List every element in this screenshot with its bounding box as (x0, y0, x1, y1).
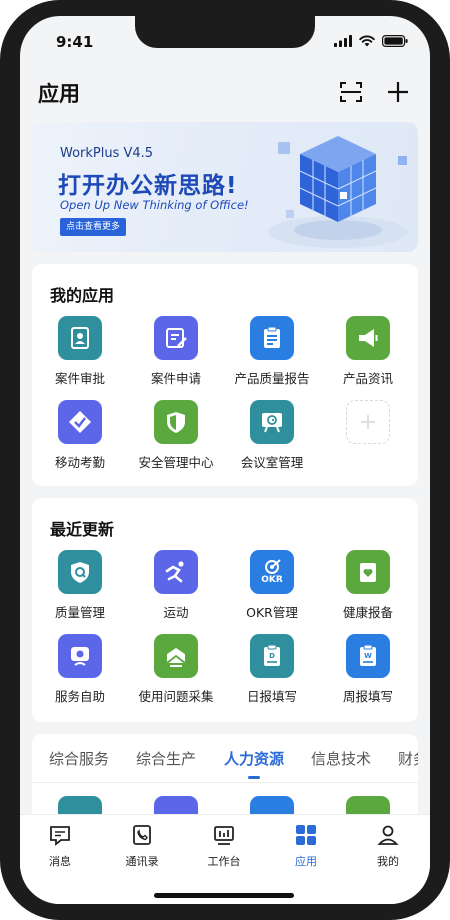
app-okr[interactable]: OKR OKR管理 (224, 550, 320, 630)
nav-label: 应用 (295, 855, 317, 868)
app-label: 周报填写 (342, 689, 393, 704)
add-app-icon (346, 400, 390, 444)
headset-icon (58, 634, 102, 678)
edit-form-icon (154, 316, 198, 360)
add-app-slot[interactable] (320, 400, 416, 480)
nav-workbench[interactable]: 工作台 (189, 821, 259, 871)
feedback-collect-icon (154, 634, 198, 678)
okr-target-icon: OKR (250, 550, 294, 594)
app-quality-management[interactable]: 质量管理 (32, 550, 128, 630)
nav-label: 消息 (49, 855, 71, 868)
app-case-apply[interactable]: 案件申请 (128, 316, 224, 396)
app-label: 健康报备 (342, 605, 393, 620)
app-label: 质量管理 (54, 605, 105, 620)
add-button[interactable] (382, 76, 414, 108)
recent-updates-card: 最近更新 质量管理 运动 OKR OKR管理 健康报备 服务自助 使用问题采集 … (32, 498, 418, 722)
app-label: 运动 (163, 605, 189, 620)
app-sports[interactable]: 运动 (128, 550, 224, 630)
weekly-badge: W (364, 652, 372, 660)
shield-icon (154, 400, 198, 444)
status-icons (334, 35, 408, 47)
app-meeting-room[interactable]: 会议室管理 (224, 400, 320, 480)
promo-banner[interactable]: WorkPlus V4.5 打开办公新思路! Open Up New Think… (32, 122, 418, 252)
category-tabs: 综合服务 综合生产 人力资源 信息技术 财务 (32, 734, 418, 782)
scan-button[interactable] (335, 76, 367, 108)
banner-subtitle: Open Up New Thinking of Office! (60, 198, 249, 212)
runner-icon (154, 550, 198, 594)
app-label: 产品质量报告 (234, 371, 310, 386)
cellular-signal-icon (334, 35, 352, 47)
nav-profile[interactable]: 我的 (353, 821, 423, 871)
phone-frame: 9:41 应用 WorkPlus V4.5 打开办公新思路! Open Up N… (0, 0, 450, 920)
app-label: 使用问题采集 (138, 689, 214, 704)
app-label: OKR管理 (246, 605, 298, 620)
apps-grid-icon (296, 825, 316, 845)
workbench-icon (214, 826, 234, 845)
my-apps-title: 我的应用 (50, 286, 115, 305)
tab-comprehensive-production[interactable]: 综合生产 (136, 748, 196, 769)
app-label: 案件申请 (150, 371, 201, 386)
app-product-quality-report[interactable]: 产品质量报告 (224, 316, 320, 396)
plus-icon (388, 82, 408, 102)
app-label: 移动考勤 (54, 455, 105, 470)
check-badge-icon (58, 400, 102, 444)
tab-comprehensive-service[interactable]: 综合服务 (49, 748, 109, 769)
my-apps-card: 我的应用 案件审批 案件申请 产品质量报告 产品资讯 移动考勤 安全管理中心 会… (32, 264, 418, 486)
header: 应用 (20, 68, 430, 120)
nav-label: 我的 (377, 855, 399, 868)
recent-title: 最近更新 (50, 520, 115, 539)
cube-illustration (268, 136, 408, 248)
daily-report-icon: D (250, 634, 294, 678)
app-label: 日报填写 (246, 689, 297, 704)
app-daily-report[interactable]: D 日报填写 (224, 634, 320, 714)
app-label: 案件审批 (54, 371, 105, 386)
app-mobile-attendance[interactable]: 移动考勤 (32, 400, 128, 480)
tab-finance[interactable]: 财务 (398, 748, 418, 769)
page-title: 应用 (38, 82, 80, 106)
tab-information-technology[interactable]: 信息技术 (311, 748, 371, 769)
weekly-report-icon: W (346, 634, 390, 678)
app-label: 产品资讯 (342, 371, 393, 386)
nav-label: 通讯录 (125, 855, 159, 868)
bottom-nav: 消息 通讯录 工作台 应用 我的 (20, 814, 430, 904)
tabs-divider (32, 782, 418, 783)
app-label: 服务自助 (54, 689, 105, 704)
notch (135, 16, 315, 48)
app-product-news[interactable]: 产品资讯 (320, 316, 416, 396)
app-label: 安全管理中心 (138, 455, 214, 470)
app-issue-collection[interactable]: 使用问题采集 (128, 634, 224, 714)
banner-product: WorkPlus V4.5 (60, 146, 154, 161)
app-self-service[interactable]: 服务自助 (32, 634, 128, 714)
app-health-report[interactable]: 健康报备 (320, 550, 416, 630)
daily-badge: D (269, 652, 275, 660)
home-indicator (154, 893, 294, 898)
nav-apps[interactable]: 应用 (271, 821, 341, 871)
contacts-icon (133, 825, 151, 845)
megaphone-icon (346, 316, 390, 360)
meeting-board-icon (250, 400, 294, 444)
profile-icon (377, 825, 399, 845)
quality-shield-icon (58, 550, 102, 594)
active-tab-indicator (248, 776, 260, 779)
message-icon (50, 826, 70, 846)
screen: 9:41 应用 WorkPlus V4.5 打开办公新思路! Open Up N… (20, 16, 430, 904)
nav-messages[interactable]: 消息 (25, 821, 95, 871)
health-report-icon (346, 550, 390, 594)
nav-contacts[interactable]: 通讯录 (107, 821, 177, 871)
nav-label: 工作台 (207, 855, 241, 868)
app-label: 会议室管理 (240, 455, 304, 470)
app-case-approval[interactable]: 案件审批 (32, 316, 128, 396)
tab-human-resources[interactable]: 人力资源 (224, 748, 284, 769)
scan-icon (340, 82, 362, 102)
app-security-center[interactable]: 安全管理中心 (128, 400, 224, 480)
wifi-icon (359, 35, 375, 47)
banner-headline: 打开办公新思路! (58, 173, 238, 199)
okr-badge: OKR (261, 575, 283, 585)
app-weekly-report[interactable]: W 周报填写 (320, 634, 416, 714)
banner-more-button[interactable]: 点击查看更多 (60, 218, 127, 236)
contact-card-icon (58, 316, 102, 360)
battery-icon (382, 35, 408, 47)
clipboard-list-icon (250, 316, 294, 360)
status-time: 9:41 (56, 33, 94, 51)
